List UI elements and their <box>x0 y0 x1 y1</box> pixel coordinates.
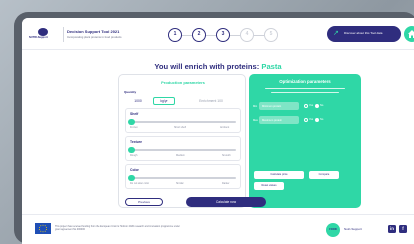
enrichment-option[interactable]: Enrichment 100 <box>183 97 239 105</box>
param-shelf: Shelf Frozen Short shelf Ambient <box>125 108 241 133</box>
texture-slider[interactable] <box>130 149 236 151</box>
shelf-slider-thumb[interactable] <box>128 118 135 125</box>
texture-label-mid: Medium <box>176 154 185 157</box>
min-protein-input[interactable]: Minimum protein <box>259 102 299 110</box>
step-connector <box>182 34 192 36</box>
step-connector <box>206 34 216 36</box>
param-color-label: Color <box>130 168 139 172</box>
texture-label-max: Smooth <box>222 154 231 157</box>
progress-stepper: 1 2 3 4 5 <box>168 28 278 42</box>
footer: This project has received funding from t… <box>22 214 414 244</box>
calculate-price-button[interactable]: Calculate price <box>254 171 304 179</box>
texture-label-min: Rough <box>130 154 138 157</box>
partner-logo[interactable]: FOOD <box>326 223 340 237</box>
app-subtitle: Incorporating plant proteins in food pro… <box>67 35 122 39</box>
funding-notice: This project has received funding from t… <box>55 225 180 232</box>
shelf-slider[interactable] <box>130 121 236 123</box>
calculate-now-button[interactable]: Calculate now <box>186 197 266 207</box>
color-label-max: Darker <box>222 182 230 185</box>
min-protein-row: Min Minimum protein Yes No <box>249 102 361 112</box>
min-radio-yes-label: Yes <box>309 103 314 107</box>
home-button[interactable] <box>404 26 414 42</box>
step-connector <box>254 34 264 36</box>
linkedin-icon[interactable]: in <box>388 225 396 233</box>
max-radio-yes-label: Yes <box>309 117 314 121</box>
min-radio-no-label: No <box>320 103 324 107</box>
max-protein-placeholder: Maximum protein <box>262 118 282 122</box>
app-screen: NUTRI-Support Decision Support Tool 2021… <box>22 18 414 244</box>
home-icon <box>408 30 414 38</box>
color-slider-thumb[interactable] <box>128 174 135 181</box>
max-label: Max <box>253 119 258 122</box>
shelf-label-min: Frozen <box>130 126 138 129</box>
quantity-unit-toggle[interactable]: kg/yr <box>153 97 175 105</box>
logo-text: NUTRI-Support <box>29 36 48 39</box>
param-color: Color Do not alter color Similar Darker <box>125 164 241 189</box>
color-label-min: Do not alter color <box>130 182 150 185</box>
app-header: NUTRI-Support Decision Support Tool 2021… <box>22 18 414 50</box>
facebook-icon[interactable]: f <box>399 225 407 233</box>
max-radio-no-label: No <box>320 117 324 121</box>
page-title-product: Pasta <box>261 62 282 71</box>
param-texture: Texture Rough Medium Smooth <box>125 136 241 161</box>
previous-button[interactable]: Previous <box>125 198 163 206</box>
shelf-label-mid: Short shelf <box>174 126 186 129</box>
min-radio-no[interactable] <box>315 104 319 108</box>
optimization-panel-title: Optimization parameters <box>279 79 331 84</box>
compare-button[interactable]: Compare <box>309 171 339 179</box>
logo-mark <box>38 28 48 36</box>
optimization-description-line <box>271 92 339 94</box>
discover-tool-label: Discover about this Tool data <box>344 31 383 35</box>
color-slider[interactable] <box>130 177 236 179</box>
eu-flag-icon <box>35 223 51 234</box>
production-panel-title: Production parameters <box>161 80 205 85</box>
reset-values-button[interactable]: Reset values <box>254 182 284 190</box>
external-link-icon: ↗ <box>333 30 339 37</box>
texture-slider-thumb[interactable] <box>128 146 135 153</box>
optimization-description-line <box>265 88 345 90</box>
step-4[interactable]: 4 <box>240 28 254 42</box>
page-title-prefix: You will enrich with proteins: <box>154 62 260 71</box>
step-3[interactable]: 3 <box>216 28 230 42</box>
quantity-label: Quantity <box>124 90 137 94</box>
production-parameters-panel: Production parameters Quantity 1000 kg/y… <box>118 74 246 208</box>
max-radio-yes[interactable] <box>304 118 308 122</box>
param-texture-label: Texture <box>130 140 142 144</box>
step-2[interactable]: 2 <box>192 28 206 42</box>
optimization-parameters-panel: Optimization parameters Min Minimum prot… <box>249 74 361 208</box>
step-1[interactable]: 1 <box>168 28 182 42</box>
quantity-value[interactable]: 1000 <box>125 97 151 105</box>
app-title: Decision Support Tool 2021 <box>67 29 120 34</box>
shelf-label-max: Ambient <box>220 126 230 129</box>
discover-tool-button[interactable]: ↗ Discover about this Tool data <box>327 26 401 42</box>
color-label-mid: Similar <box>176 182 184 185</box>
max-radio-no[interactable] <box>315 118 319 122</box>
header-divider <box>63 27 64 42</box>
project-logo[interactable]: Nutri-Support <box>344 227 362 231</box>
min-label: Min <box>253 105 258 108</box>
min-protein-placeholder: Minimum protein <box>262 104 282 108</box>
step-connector <box>230 34 240 36</box>
app-logo[interactable]: NUTRI-Support <box>29 28 59 42</box>
param-shelf-label: Shelf <box>130 112 139 116</box>
max-protein-input[interactable]: Maximum protein <box>259 116 299 124</box>
max-protein-row: Max Maximum protein Yes No <box>249 116 361 126</box>
step-5[interactable]: 5 <box>264 28 278 42</box>
page-title: You will enrich with proteins: Pasta <box>22 62 414 71</box>
min-radio-yes[interactable] <box>304 104 308 108</box>
